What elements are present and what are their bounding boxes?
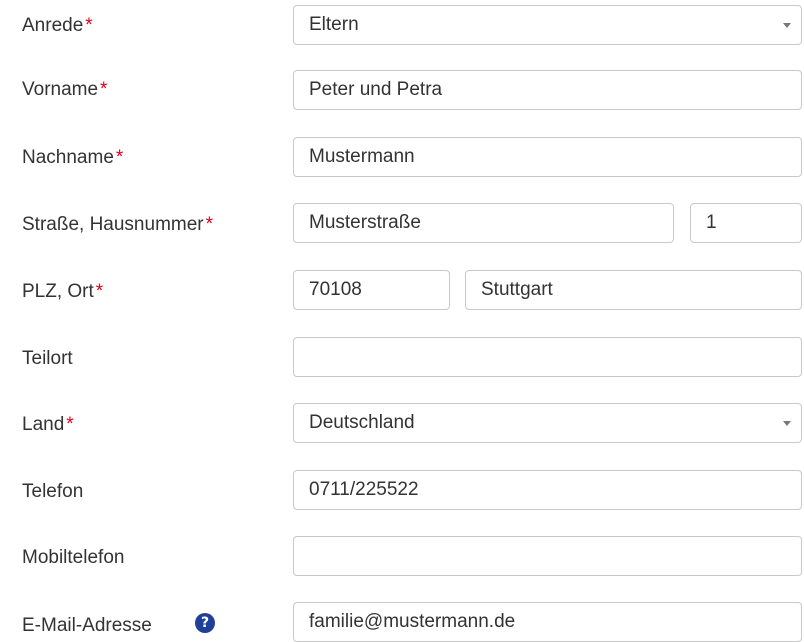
teilort-input[interactable]	[293, 337, 802, 377]
telefon-label: Telefon	[22, 481, 84, 502]
required-marker: *	[85, 15, 93, 36]
email-label: E-Mail-Adresse	[22, 615, 152, 636]
question-circle-icon[interactable]: ?	[195, 613, 215, 633]
required-marker: *	[100, 79, 108, 100]
teilort-label: Teilort	[22, 348, 73, 369]
vorname-input[interactable]	[293, 70, 802, 110]
strasse-label: Straße, Hausnummer *	[22, 214, 214, 235]
ort-input[interactable]	[465, 270, 802, 310]
plz-ort-label: PLZ, Ort *	[22, 281, 104, 302]
mobiltelefon-label: Mobiltelefon	[22, 547, 125, 568]
vorname-label: Vorname *	[22, 79, 108, 100]
land-select[interactable]: Deutschland	[293, 403, 802, 443]
email-input[interactable]	[293, 602, 802, 642]
nachname-label: Nachname *	[22, 147, 124, 168]
house-number-input[interactable]	[690, 203, 802, 243]
street-input[interactable]	[293, 203, 674, 243]
telefon-input[interactable]	[293, 470, 802, 510]
anrede-label: Anrede *	[22, 15, 93, 36]
required-marker: *	[66, 414, 74, 435]
chevron-down-icon	[783, 421, 791, 426]
required-marker: *	[95, 281, 104, 302]
plz-input[interactable]	[293, 270, 450, 310]
required-marker: *	[205, 214, 214, 235]
mobiltelefon-input[interactable]	[293, 536, 802, 576]
required-marker: *	[115, 147, 124, 168]
chevron-down-icon	[783, 23, 791, 28]
anrede-select-value: Eltern	[309, 14, 359, 35]
land-label: Land *	[22, 414, 74, 435]
land-select-value: Deutschland	[309, 412, 415, 433]
nachname-input[interactable]	[293, 137, 802, 177]
anrede-select[interactable]: Eltern	[293, 5, 802, 45]
